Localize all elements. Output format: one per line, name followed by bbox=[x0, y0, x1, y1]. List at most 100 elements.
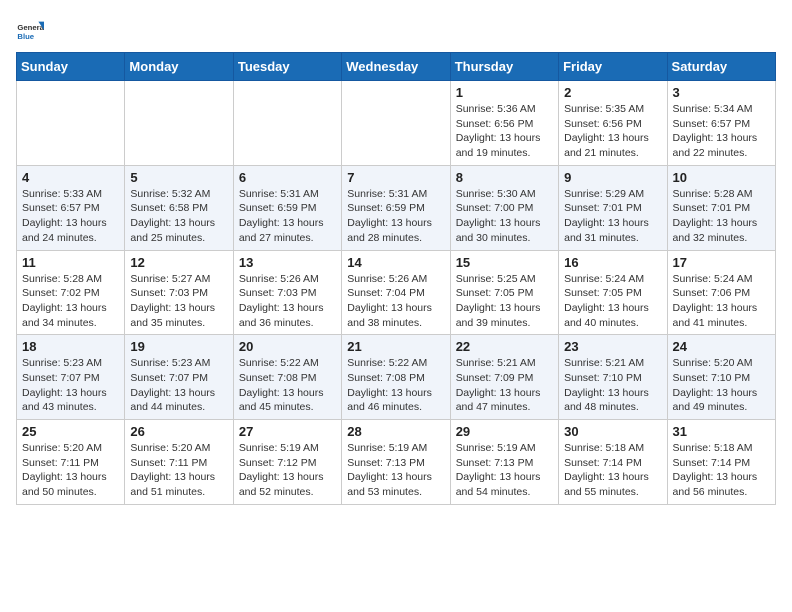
day-info: Sunrise: 5:19 AMSunset: 7:12 PMDaylight:… bbox=[239, 441, 336, 500]
day-number: 15 bbox=[456, 255, 553, 270]
calendar-cell: 26Sunrise: 5:20 AMSunset: 7:11 PMDayligh… bbox=[125, 420, 233, 505]
day-number: 23 bbox=[564, 339, 661, 354]
calendar-cell bbox=[125, 81, 233, 166]
weekday-header-sunday: Sunday bbox=[17, 53, 125, 81]
weekday-header-saturday: Saturday bbox=[667, 53, 775, 81]
day-info: Sunrise: 5:35 AMSunset: 6:56 PMDaylight:… bbox=[564, 102, 661, 161]
calendar-cell: 5 Sunrise: 5:32 AMSunset: 6:58 PMDaylight… bbox=[125, 165, 233, 250]
day-number: 29 bbox=[456, 424, 553, 439]
day-info: Sunrise: 5:18 AMSunset: 7:14 PMDaylight:… bbox=[673, 441, 770, 500]
calendar-cell: 21 Sunrise: 5:22 AMSunset: 7:08 PMDayligh… bbox=[342, 335, 450, 420]
day-number: 7 bbox=[347, 170, 444, 185]
day-info: Sunrise: 5:21 AMSunset: 7:09 PMDaylight:… bbox=[456, 356, 553, 415]
day-info: Sunrise: 5:34 AMSunset: 6:57 PMDaylight:… bbox=[673, 102, 770, 161]
calendar-cell: 19 Sunrise: 5:23 AMSunset: 7:07 PMDayligh… bbox=[125, 335, 233, 420]
day-info: Sunrise: 5:32 AMSunset: 6:58 PMDaylight:… bbox=[130, 187, 227, 246]
day-info: Sunrise: 5:31 AMSunset: 6:59 PMDaylight:… bbox=[347, 187, 444, 246]
day-number: 5 bbox=[130, 170, 227, 185]
calendar-cell: 23 Sunrise: 5:21 AMSunset: 7:10 PMDayligh… bbox=[559, 335, 667, 420]
day-number: 6 bbox=[239, 170, 336, 185]
day-info: Sunrise: 5:31 AMSunset: 6:59 PMDaylight:… bbox=[239, 187, 336, 246]
day-number: 19 bbox=[130, 339, 227, 354]
day-number: 12 bbox=[130, 255, 227, 270]
calendar-cell bbox=[233, 81, 341, 166]
day-info: Sunrise: 5:22 AMSunset: 7:08 PMDaylight:… bbox=[239, 356, 336, 415]
calendar-cell: 9 Sunrise: 5:29 AMSunset: 7:01 PMDaylight… bbox=[559, 165, 667, 250]
svg-text:General: General bbox=[17, 23, 44, 32]
day-number: 13 bbox=[239, 255, 336, 270]
day-number: 8 bbox=[456, 170, 553, 185]
calendar-cell: 27Sunrise: 5:19 AMSunset: 7:12 PMDayligh… bbox=[233, 420, 341, 505]
calendar-cell: 18Sunrise: 5:23 AMSunset: 7:07 PMDayligh… bbox=[17, 335, 125, 420]
week-row-5: 25 Sunrise: 5:20 AMSunset: 7:11 PMDayligh… bbox=[17, 420, 776, 505]
day-info: Sunrise: 5:26 AMSunset: 7:03 PMDaylight:… bbox=[239, 272, 336, 331]
day-info: Sunrise: 5:25 AMSunset: 7:05 PMDaylight:… bbox=[456, 272, 553, 331]
day-number: 17 bbox=[673, 255, 770, 270]
weekday-header-row: SundayMondayTuesdayWednesdayThursdayFrid… bbox=[17, 53, 776, 81]
day-number: 22 bbox=[456, 339, 553, 354]
calendar-cell: 13 Sunrise: 5:26 AMSunset: 7:03 PMDayligh… bbox=[233, 250, 341, 335]
day-info: Sunrise: 5:29 AMSunset: 7:01 PMDaylight:… bbox=[564, 187, 661, 246]
day-info: Sunrise: 5:24 AMSunset: 7:06 PMDaylight:… bbox=[673, 272, 770, 331]
weekday-header-wednesday: Wednesday bbox=[342, 53, 450, 81]
day-number: 25 bbox=[22, 424, 119, 439]
calendar-cell: 31Sunrise: 5:18 AMSunset: 7:14 PMDayligh… bbox=[667, 420, 775, 505]
day-number: 1 bbox=[456, 85, 553, 100]
day-number: 20 bbox=[239, 339, 336, 354]
day-info: Sunrise: 5:24 AMSunset: 7:05 PMDaylight:… bbox=[564, 272, 661, 331]
calendar-cell: 29Sunrise: 5:19 AMSunset: 7:13 PMDayligh… bbox=[450, 420, 558, 505]
day-number: 16 bbox=[564, 255, 661, 270]
day-info: Sunrise: 5:23 AMSunset: 7:07 PMDaylight:… bbox=[130, 356, 227, 415]
day-info: Sunrise: 5:28 AMSunset: 7:02 PMDaylight:… bbox=[22, 272, 119, 331]
week-row-3: 11 Sunrise: 5:28 AMSunset: 7:02 PMDayligh… bbox=[17, 250, 776, 335]
day-info: Sunrise: 5:21 AMSunset: 7:10 PMDaylight:… bbox=[564, 356, 661, 415]
calendar-cell: 14Sunrise: 5:26 AMSunset: 7:04 PMDayligh… bbox=[342, 250, 450, 335]
calendar-cell: 10 Sunrise: 5:28 AMSunset: 7:01 PMDayligh… bbox=[667, 165, 775, 250]
calendar-cell: 3 Sunrise: 5:34 AMSunset: 6:57 PMDaylight… bbox=[667, 81, 775, 166]
weekday-header-monday: Monday bbox=[125, 53, 233, 81]
day-info: Sunrise: 5:28 AMSunset: 7:01 PMDaylight:… bbox=[673, 187, 770, 246]
day-info: Sunrise: 5:22 AMSunset: 7:08 PMDaylight:… bbox=[347, 356, 444, 415]
day-info: Sunrise: 5:23 AMSunset: 7:07 PMDaylight:… bbox=[22, 356, 119, 415]
day-info: Sunrise: 5:27 AMSunset: 7:03 PMDaylight:… bbox=[130, 272, 227, 331]
week-row-1: 1Sunrise: 5:36 AMSunset: 6:56 PMDaylight… bbox=[17, 81, 776, 166]
day-info: Sunrise: 5:20 AMSunset: 7:10 PMDaylight:… bbox=[673, 356, 770, 415]
calendar-cell bbox=[17, 81, 125, 166]
logo: General Blue bbox=[16, 16, 44, 44]
day-number: 21 bbox=[347, 339, 444, 354]
day-number: 30 bbox=[564, 424, 661, 439]
weekday-header-tuesday: Tuesday bbox=[233, 53, 341, 81]
calendar-cell: 20 Sunrise: 5:22 AMSunset: 7:08 PMDayligh… bbox=[233, 335, 341, 420]
day-info: Sunrise: 5:20 AMSunset: 7:11 PMDaylight:… bbox=[22, 441, 119, 500]
calendar-cell: 22 Sunrise: 5:21 AMSunset: 7:09 PMDayligh… bbox=[450, 335, 558, 420]
day-number: 14 bbox=[347, 255, 444, 270]
day-number: 3 bbox=[673, 85, 770, 100]
day-number: 28 bbox=[347, 424, 444, 439]
calendar-cell: 12 Sunrise: 5:27 AMSunset: 7:03 PMDayligh… bbox=[125, 250, 233, 335]
svg-text:Blue: Blue bbox=[17, 32, 34, 41]
calendar-cell: 28 Sunrise: 5:19 AMSunset: 7:13 PMDayligh… bbox=[342, 420, 450, 505]
day-info: Sunrise: 5:18 AMSunset: 7:14 PMDaylight:… bbox=[564, 441, 661, 500]
day-info: Sunrise: 5:19 AMSunset: 7:13 PMDaylight:… bbox=[347, 441, 444, 500]
day-number: 11 bbox=[22, 255, 119, 270]
day-number: 24 bbox=[673, 339, 770, 354]
day-info: Sunrise: 5:33 AMSunset: 6:57 PMDaylight:… bbox=[22, 187, 119, 246]
calendar-cell: 7 Sunrise: 5:31 AMSunset: 6:59 PMDaylight… bbox=[342, 165, 450, 250]
calendar-cell: 15 Sunrise: 5:25 AMSunset: 7:05 PMDayligh… bbox=[450, 250, 558, 335]
weekday-header-friday: Friday bbox=[559, 53, 667, 81]
day-info: Sunrise: 5:30 AMSunset: 7:00 PMDaylight:… bbox=[456, 187, 553, 246]
day-info: Sunrise: 5:20 AMSunset: 7:11 PMDaylight:… bbox=[130, 441, 227, 500]
calendar-cell bbox=[342, 81, 450, 166]
weekday-header-thursday: Thursday bbox=[450, 53, 558, 81]
calendar-cell: 6 Sunrise: 5:31 AMSunset: 6:59 PMDaylight… bbox=[233, 165, 341, 250]
calendar-cell: 1Sunrise: 5:36 AMSunset: 6:56 PMDaylight… bbox=[450, 81, 558, 166]
logo-icon: General Blue bbox=[16, 16, 44, 44]
day-number: 2 bbox=[564, 85, 661, 100]
calendar-cell: 8 Sunrise: 5:30 AMSunset: 7:00 PMDaylight… bbox=[450, 165, 558, 250]
calendar-cell: 17 Sunrise: 5:24 AMSunset: 7:06 PMDayligh… bbox=[667, 250, 775, 335]
calendar-cell: 4Sunrise: 5:33 AMSunset: 6:57 PMDaylight… bbox=[17, 165, 125, 250]
day-number: 9 bbox=[564, 170, 661, 185]
calendar-cell: 11 Sunrise: 5:28 AMSunset: 7:02 PMDayligh… bbox=[17, 250, 125, 335]
week-row-4: 18Sunrise: 5:23 AMSunset: 7:07 PMDayligh… bbox=[17, 335, 776, 420]
day-number: 10 bbox=[673, 170, 770, 185]
